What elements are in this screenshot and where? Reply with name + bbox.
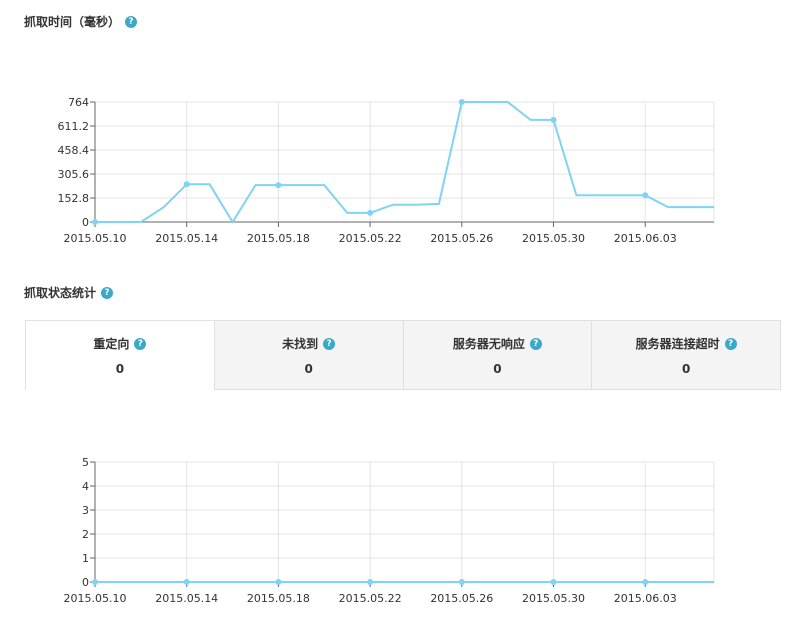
data-point bbox=[92, 219, 98, 225]
help-icon[interactable]: ? bbox=[134, 337, 147, 350]
tab-count: 0 bbox=[493, 362, 502, 376]
data-point bbox=[183, 181, 190, 188]
y-tick-label: 0 bbox=[82, 216, 89, 229]
tab-count: 0 bbox=[681, 362, 691, 376]
data-point bbox=[550, 579, 557, 585]
x-tick-label: 2015.05.30 bbox=[522, 232, 585, 245]
y-tick-label: 305.6 bbox=[58, 168, 90, 181]
x-tick-label: 2015.05.30 bbox=[522, 592, 585, 605]
crawl-time-chart: 0 152.8 305.6 458.4 611.2 764 2015.05.10 2015.0… bbox=[58, 96, 715, 245]
x-tick-label: 2015.05.26 bbox=[430, 232, 493, 245]
y-tick-label: 4 bbox=[82, 480, 89, 493]
x-tick-label: 2015.05.10 bbox=[64, 592, 127, 605]
tab-redirect[interactable]: 重定向? 0 bbox=[26, 321, 214, 390]
help-icon[interactable]: ? bbox=[323, 337, 336, 350]
x-tick-label: 2015.05.18 bbox=[247, 592, 310, 605]
x-tick-label: 2015.05.10 bbox=[64, 232, 127, 245]
y-tick-label: 611.2 bbox=[58, 120, 90, 133]
y-tick-label: 152.8 bbox=[58, 192, 90, 205]
y-tick-label: 3 bbox=[82, 504, 89, 517]
y-tick-label: 764 bbox=[68, 96, 89, 109]
y-tick-label: 1 bbox=[82, 552, 89, 565]
x-tick-label: 2015.06.03 bbox=[614, 232, 677, 245]
help-icon[interactable]: ? bbox=[101, 286, 114, 299]
data-point bbox=[642, 192, 649, 199]
crawl-status-title: 抓取状态统计 ? bbox=[24, 284, 114, 301]
tab-connection-timeout[interactable]: 服务器连接超时? 0 bbox=[591, 321, 780, 390]
x-tick-label: 2015.05.14 bbox=[155, 592, 218, 605]
crawl-status-title-text: 抓取状态统计 bbox=[24, 286, 97, 300]
tab-not-found[interactable]: 未找到? 0 bbox=[213, 321, 403, 390]
data-point bbox=[458, 579, 465, 585]
tab-label: 服务器无响应 bbox=[452, 337, 525, 351]
y-tick-label: 458.4 bbox=[58, 144, 90, 157]
data-point bbox=[458, 99, 465, 105]
data-point bbox=[367, 579, 374, 585]
data-point bbox=[367, 209, 374, 216]
crawl-time-title: 抓取时间（毫秒） ? bbox=[24, 13, 138, 30]
series-line bbox=[95, 101, 714, 224]
tab-server-no-response[interactable]: 服务器无响应? 0 bbox=[402, 321, 592, 390]
tab-label: 未找到 bbox=[282, 337, 319, 351]
status-tabs: 重定向? 0 未找到? 0 服务器无响应? 0 服务器连接超时? 0 bbox=[25, 320, 781, 390]
x-tick-label: 2015.05.22 bbox=[339, 592, 402, 605]
x-tick-label: 2015.05.22 bbox=[339, 232, 402, 245]
y-tick-label: 2 bbox=[82, 528, 89, 541]
help-icon[interactable]: ? bbox=[529, 337, 542, 350]
y-tick-label: 0 bbox=[82, 576, 89, 589]
tab-count: 0 bbox=[304, 362, 313, 376]
data-point bbox=[183, 579, 190, 585]
x-tick-label: 2015.05.26 bbox=[430, 592, 493, 605]
crawl-status-chart: 0 1 2 3 4 5 2015.05.10 2015.05.14 2015.05.18 2015… bbox=[64, 456, 715, 605]
x-tick-label: 2015.05.14 bbox=[155, 232, 218, 245]
data-point bbox=[275, 579, 282, 585]
data-point bbox=[92, 579, 98, 585]
help-icon[interactable]: ? bbox=[125, 15, 138, 28]
crawl-time-title-text: 抓取时间（毫秒） bbox=[24, 15, 121, 29]
help-icon[interactable]: ? bbox=[724, 337, 737, 350]
x-tick-label: 2015.05.18 bbox=[247, 232, 310, 245]
data-point bbox=[550, 116, 557, 123]
data-point bbox=[275, 182, 282, 189]
x-tick-label: 2015.06.03 bbox=[614, 592, 677, 605]
data-point bbox=[642, 579, 649, 585]
tab-label: 服务器连接超时 bbox=[635, 337, 720, 351]
tab-label: 重定向 bbox=[93, 337, 130, 351]
y-tick-label: 5 bbox=[82, 456, 89, 469]
tab-count: 0 bbox=[115, 362, 125, 376]
